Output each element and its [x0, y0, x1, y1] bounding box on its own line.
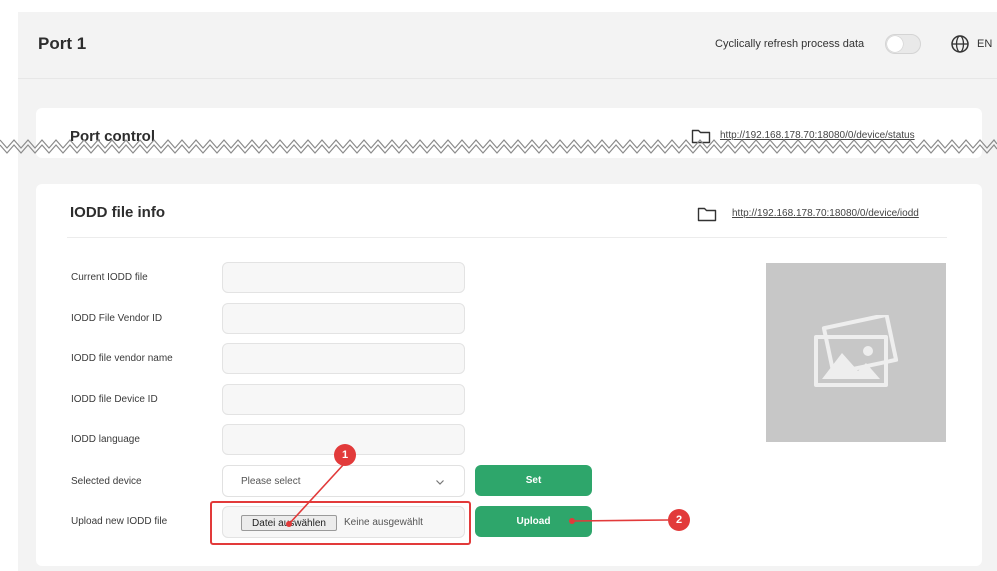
- device-image-placeholder: [766, 263, 946, 442]
- torn-edge-divider: [0, 139, 997, 154]
- iodd-link[interactable]: http://192.168.178.70:18080/0/device/iod…: [732, 208, 919, 219]
- annotation-badge-1: 1: [334, 444, 356, 466]
- device-id-label: IODD file Device ID: [71, 394, 158, 405]
- toggle-knob: [887, 36, 903, 52]
- page-title: Port 1: [38, 34, 87, 53]
- select-placeholder: Please select: [241, 476, 301, 487]
- image-icon: [814, 315, 899, 387]
- current-iodd-file-field[interactable]: [222, 262, 465, 293]
- vendor-name-field[interactable]: [222, 343, 465, 374]
- set-button[interactable]: Set: [475, 465, 592, 496]
- vendor-id-label: IODD File Vendor ID: [71, 313, 163, 324]
- chevron-down-icon: [436, 480, 444, 485]
- refresh-toggle[interactable]: [885, 34, 921, 54]
- language-selector[interactable]: EN: [977, 38, 992, 50]
- selected-device-label: Selected device: [71, 476, 142, 487]
- card-divider: [67, 237, 947, 238]
- file-input-highlight: [210, 501, 471, 545]
- globe-icon[interactable]: [950, 34, 970, 54]
- vendor-name-label: IODD file vendor name: [71, 353, 173, 364]
- folder-icon: [697, 207, 717, 222]
- iodd-language-label: IODD language: [71, 434, 140, 445]
- vendor-id-field[interactable]: [222, 303, 465, 334]
- top-bar: Port 1 Cyclically refresh process data E…: [18, 12, 997, 79]
- device-id-field[interactable]: [222, 384, 465, 415]
- current-iodd-file-label: Current IODD file: [71, 272, 148, 283]
- upload-iodd-label: Upload new IODD file: [71, 516, 168, 527]
- selected-device-select[interactable]: Please select: [222, 465, 465, 497]
- upload-button[interactable]: Upload: [475, 506, 592, 537]
- annotation-badge-2: 2: [668, 509, 690, 531]
- iodd-card-title: IODD file info: [70, 204, 165, 221]
- refresh-toggle-label: Cyclically refresh process data: [715, 38, 865, 50]
